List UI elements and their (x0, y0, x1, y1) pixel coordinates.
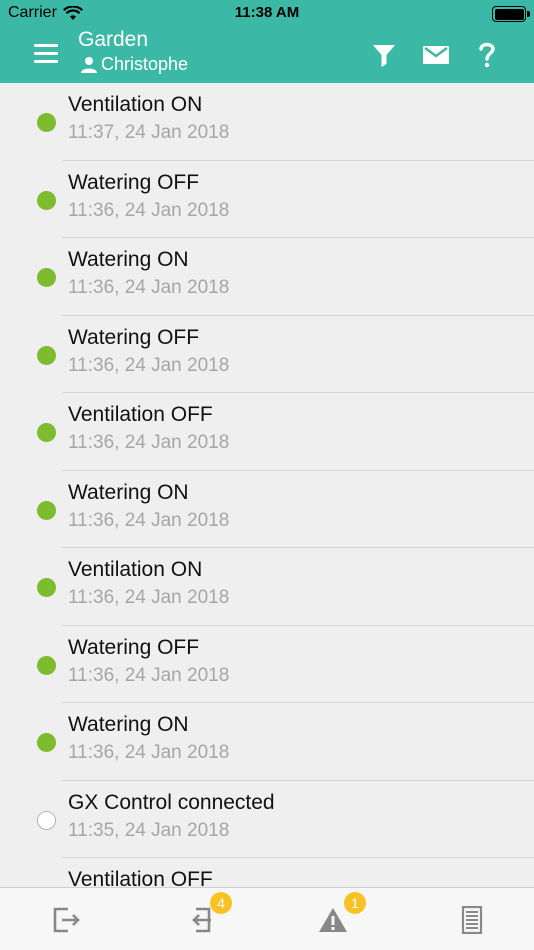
event-title: GX Control connected (68, 790, 275, 814)
event-timestamp: 11:36, 24 Jan 2018 (68, 199, 230, 221)
list-item[interactable]: Ventilation ON 11:36, 24 Jan 2018 (0, 548, 534, 626)
event-title: Watering ON (68, 713, 189, 736)
event-timestamp: 11:36, 24 Jan 2018 (68, 742, 230, 763)
list-item[interactable]: GX Control connected 11:35, 24 Jan 2018 (0, 781, 534, 858)
list-item[interactable]: Ventilation ON 11:37, 24 Jan 2018 (0, 83, 534, 161)
status-dot-on (37, 655, 56, 675)
status-dot-on (37, 578, 56, 597)
event-timestamp: 11:36, 24 Jan 2018 (68, 509, 230, 531)
list-item[interactable]: Watering OFF 11:36, 24 Jan 2018 (0, 161, 534, 238)
event-title: Watering OFF (68, 325, 200, 349)
status-dot-on (37, 500, 56, 520)
event-title: Ventilation ON (68, 558, 203, 581)
alerts-badge: 1 (344, 892, 366, 914)
status-dot-off (37, 810, 56, 830)
event-title: Ventilation OFF (68, 868, 213, 887)
clock: 11:38 AM (234, 4, 300, 21)
list-item[interactable]: Watering ON 11:36, 24 Jan 2018 (0, 471, 534, 548)
enter-icon (192, 907, 211, 933)
status-dot-on (37, 733, 56, 752)
warning-icon (319, 908, 347, 932)
mail-icon (423, 46, 449, 64)
filter-button[interactable] (370, 41, 398, 69)
list-item[interactable]: Ventilation OFF (0, 858, 534, 887)
user-name: Christophe (101, 54, 189, 74)
nav-bar: Garden Christophe (0, 27, 534, 83)
event-timestamp: 11:35, 24 Jan 2018 (68, 819, 230, 841)
menu-button[interactable] (34, 44, 58, 64)
event-timestamp: 11:37, 24 Jan 2018 (68, 122, 230, 143)
event-title: Watering OFF (68, 170, 200, 194)
event-title: Watering ON (68, 248, 189, 271)
battery-icon (492, 6, 530, 22)
event-list[interactable]: Ventilation ON 11:37, 24 Jan 2018 Watering… (0, 83, 534, 887)
log-icon (461, 906, 483, 934)
event-timestamp: 11:36, 24 Jan 2018 (68, 664, 230, 686)
help-icon (479, 42, 495, 68)
event-timestamp: 11:36, 24 Jan 2018 (68, 432, 230, 453)
list-item[interactable]: Watering OFF 11:36, 24 Jan 2018 (0, 316, 534, 393)
status-dot-on (37, 190, 56, 210)
tab-alerts[interactable]: 1 (266, 888, 399, 950)
event-timestamp: 11:36, 24 Jan 2018 (68, 277, 230, 298)
tab-log[interactable] (399, 888, 532, 950)
mail-button[interactable] (422, 41, 450, 69)
filter-icon (373, 45, 395, 67)
status-dot-on (37, 345, 56, 365)
tab-bar: 4 1 (0, 887, 534, 950)
event-title: Watering OFF (68, 635, 200, 659)
list-item[interactable]: Watering OFF 11:36, 24 Jan 2018 (0, 626, 534, 703)
event-title: Ventilation OFF (68, 403, 213, 426)
incoming-badge: 4 (210, 892, 232, 914)
status-dot-on (37, 268, 56, 287)
event-timestamp: 11:36, 24 Jan 2018 (68, 587, 230, 608)
event-timestamp: 11:36, 24 Jan 2018 (68, 354, 230, 376)
event-title: Watering ON (68, 480, 189, 504)
tab-incoming[interactable]: 4 (133, 888, 266, 950)
help-button[interactable] (473, 41, 501, 69)
tab-outgoing[interactable] (0, 888, 133, 950)
user-icon (81, 56, 97, 73)
exit-icon (53, 907, 80, 933)
page-title: Garden (78, 28, 149, 51)
status-bar: Carrier 11:38 AM (0, 0, 534, 27)
list-item[interactable]: Watering ON 11:36, 24 Jan 2018 (0, 703, 534, 781)
list-item[interactable]: Ventilation OFF 11:36, 24 Jan 2018 (0, 393, 534, 471)
user-label: Christophe (80, 54, 188, 75)
list-item[interactable]: Watering ON 11:36, 24 Jan 2018 (0, 238, 534, 316)
status-dot-on (37, 423, 56, 442)
status-dot-on (37, 113, 56, 132)
event-title: Ventilation ON (68, 93, 203, 116)
